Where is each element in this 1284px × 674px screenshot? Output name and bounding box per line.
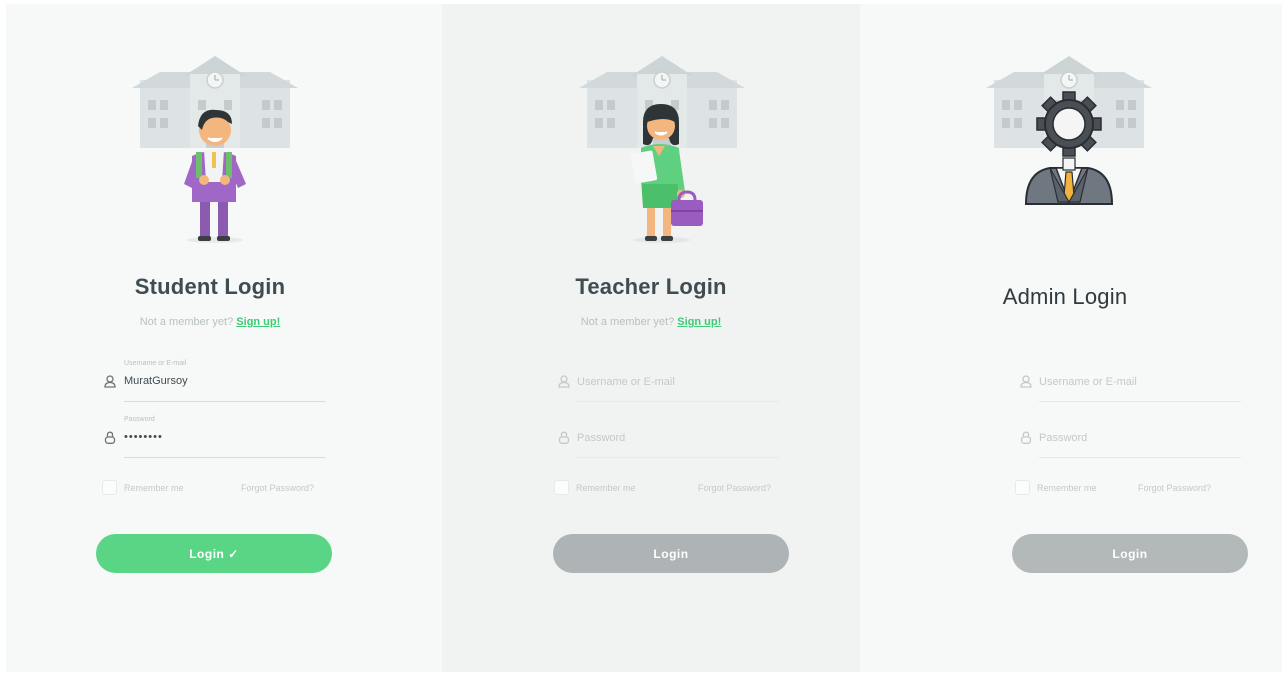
page-title: Student Login (134, 274, 286, 299)
remember-me[interactable]: Remember me (1015, 480, 1097, 495)
username-input[interactable]: Username or E-mail (577, 376, 675, 388)
lock-icon (558, 431, 570, 444)
forgot-password-link[interactable]: Forgot Password? (698, 483, 771, 493)
signup-prompt: Not a member yet? Sign up! (0, 316, 428, 328)
password-input[interactable]: Password (1039, 432, 1087, 444)
user-icon (1020, 375, 1032, 388)
student-login-panel: Student Login Not a member yet? Sign up!… (6, 4, 442, 672)
remember-me[interactable]: Remember me (102, 480, 184, 495)
user-icon (104, 375, 116, 388)
user-icon (558, 375, 570, 388)
forgot-password-link[interactable]: Forgot Password? (241, 483, 314, 493)
remember-me-checkbox[interactable] (102, 480, 117, 495)
admin-illustration (986, 55, 1152, 205)
password-field[interactable]: Password (1020, 418, 1241, 458)
student-illustration (132, 55, 298, 243)
username-input[interactable]: MuratGursoy (124, 375, 188, 387)
admin-login-panel: Admin Login Username or E-mail Password … (860, 4, 1282, 672)
remember-me-checkbox[interactable] (1015, 480, 1030, 495)
password-field[interactable]: Password (558, 418, 779, 458)
password-label: Password (124, 416, 155, 423)
remember-me-label: Remember me (576, 482, 636, 493)
teacher-illustration (579, 55, 745, 243)
password-field[interactable]: Password •••••••• (104, 416, 326, 458)
teacher-login-panel: Teacher Login Not a member yet? Sign up!… (442, 4, 860, 672)
page-title: Teacher Login (575, 274, 727, 299)
username-field[interactable]: Username or E-mail MuratGursoy (104, 360, 326, 402)
username-input[interactable]: Username or E-mail (1039, 376, 1137, 388)
password-input[interactable]: Password (577, 432, 625, 444)
username-field[interactable]: Username or E-mail (1020, 362, 1241, 402)
forgot-password-link[interactable]: Forgot Password? (1138, 483, 1211, 493)
remember-me-checkbox[interactable] (554, 480, 569, 495)
login-button[interactable]: Login (553, 534, 789, 573)
page-title: Admin Login (1002, 284, 1128, 309)
signup-prompt-text: Not a member yet? (139, 316, 234, 328)
signup-link[interactable]: Sign up! (236, 316, 280, 328)
remember-me[interactable]: Remember me (554, 480, 636, 495)
remember-me-label: Remember me (1037, 482, 1097, 493)
remember-me-label: Remember me (124, 482, 184, 493)
username-field[interactable]: Username or E-mail (558, 362, 779, 402)
lock-icon (104, 431, 116, 444)
lock-icon (1020, 431, 1032, 444)
password-input[interactable]: •••••••• (124, 431, 163, 443)
signup-prompt-text: Not a member yet? (580, 316, 675, 328)
username-label: Username or E-mail (124, 360, 187, 367)
login-button[interactable]: Login ✓ (96, 534, 332, 573)
signup-link[interactable]: Sign up! (677, 316, 721, 328)
login-button[interactable]: Login (1012, 534, 1248, 573)
signup-prompt: Not a member yet? Sign up! (442, 316, 860, 328)
